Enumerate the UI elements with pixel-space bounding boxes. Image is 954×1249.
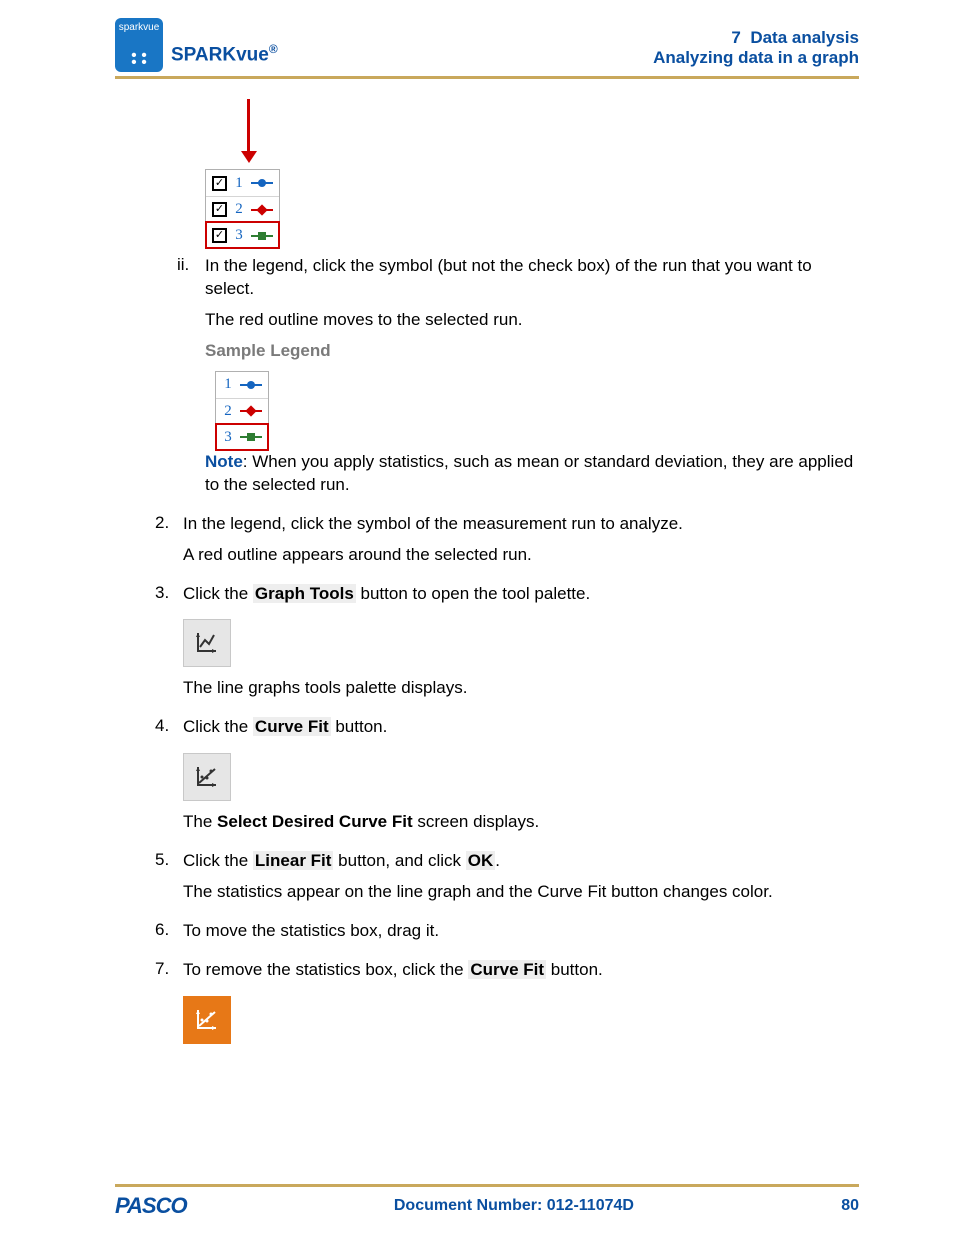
run-number: 1	[233, 175, 245, 192]
page-footer: PASCO Document Number: 012-11074D 80	[115, 1184, 859, 1219]
series-symbol-red	[251, 209, 273, 211]
instruction-text: Click the Graph Tools button to open the…	[183, 583, 859, 606]
sample-legend-with-checkboxes: ✓ 1 ✓ 2 ✓ 3	[205, 169, 280, 249]
step-number: 5.	[155, 850, 183, 912]
graph-tools-icon	[183, 619, 231, 667]
step-number: 6.	[155, 920, 183, 951]
step-number: 2.	[155, 513, 183, 575]
instruction-text: In the legend, click the symbol (but not…	[205, 255, 859, 301]
header-divider	[115, 76, 859, 79]
series-symbol-blue	[251, 182, 273, 184]
series-symbol-blue	[240, 384, 262, 386]
document-number: Document Number: 012-11074D	[394, 1197, 634, 1215]
page-number: 80	[841, 1197, 859, 1215]
checkbox-icon: ✓	[212, 176, 227, 191]
checkbox-icon: ✓	[212, 228, 227, 243]
run-number: 3	[233, 227, 245, 244]
sparkvue-logo-icon: sparkvue • •• •	[115, 18, 163, 72]
instruction-text: To move the statistics box, drag it.	[183, 920, 859, 943]
instruction-text: Click the Curve Fit button.	[183, 716, 859, 739]
subsection-title: Analyzing data in a graph	[653, 48, 859, 68]
step-number: 7.	[155, 959, 183, 1054]
instruction-text: In the legend, click the symbol of the m…	[183, 513, 859, 536]
red-arrow-illustration	[205, 99, 290, 169]
step-number: 3.	[155, 583, 183, 709]
run-number: 3	[222, 429, 234, 446]
series-symbol-green	[240, 436, 262, 438]
brand-title: SPARKvue®	[171, 42, 278, 72]
pasco-logo: PASCO	[115, 1193, 187, 1219]
instruction-text: The red outline moves to the selected ru…	[205, 309, 859, 332]
instruction-text: The Select Desired Curve Fit screen disp…	[183, 811, 859, 834]
checkbox-icon: ✓	[212, 202, 227, 217]
series-symbol-red	[240, 410, 262, 412]
sample-legend-no-checkboxes: 1 2 3	[215, 371, 269, 451]
instruction-text: To remove the statistics box, click the …	[183, 959, 859, 982]
note-text: Note: When you apply statistics, such as…	[205, 451, 859, 497]
sample-legend-label: Sample Legend	[205, 340, 859, 363]
run-number: 2	[233, 201, 245, 218]
step-number: 4.	[155, 716, 183, 842]
sub-step-marker: ii.	[177, 255, 205, 505]
series-symbol-green	[251, 235, 273, 237]
instruction-text: The line graphs tools palette displays.	[183, 677, 859, 700]
instruction-text: A red outline appears around the selecte…	[183, 544, 859, 567]
instruction-text: The statistics appear on the line graph …	[183, 881, 859, 904]
run-number: 1	[222, 376, 234, 393]
run-number: 2	[222, 403, 234, 420]
curve-fit-icon	[183, 753, 231, 801]
page-header: sparkvue • •• • SPARKvue® 7 Data analysi…	[115, 18, 859, 76]
section-number-title: 7 Data analysis	[653, 28, 859, 48]
curve-fit-active-icon	[183, 996, 231, 1044]
instruction-text: Click the Linear Fit button, and click O…	[183, 850, 859, 873]
